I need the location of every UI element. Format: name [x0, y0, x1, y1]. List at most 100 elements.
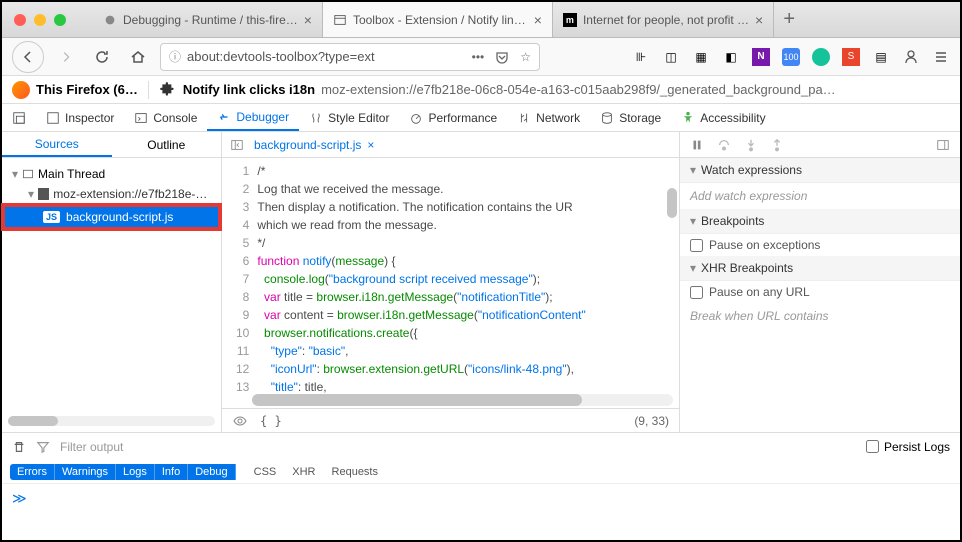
extension-name: Notify link clicks i18n: [183, 82, 315, 97]
browser-tab-mozilla[interactable]: m Internet for people, not profit … ×: [553, 2, 774, 37]
tab-storage[interactable]: Storage: [590, 104, 671, 131]
line-gutter: 1234567891011121314151617: [222, 158, 257, 394]
watch-expressions-header[interactable]: Watch expressions: [680, 158, 960, 183]
firefox-runtime[interactable]: This Firefox (6…: [2, 81, 148, 99]
account-icon[interactable]: [902, 48, 920, 66]
pause-on-url-checkbox[interactable]: Pause on any URL: [680, 281, 960, 303]
ext-badge-icon[interactable]: 100: [782, 48, 800, 66]
step-in-button[interactable]: [744, 138, 758, 152]
ext-doc-icon[interactable]: ▤: [872, 48, 890, 66]
tab-title: Internet for people, not profit …: [583, 13, 749, 27]
code-content: /* Log that we received the message. The…: [257, 158, 585, 394]
extension-source[interactable]: moz-extension://e7fb218e-06c8: [2, 184, 221, 204]
close-window-button[interactable]: [14, 14, 26, 26]
back-button[interactable]: [12, 41, 44, 73]
scrollbar-vertical[interactable]: [667, 188, 677, 218]
step-out-button[interactable]: [770, 138, 784, 152]
console-input[interactable]: ≫: [2, 484, 960, 513]
ext-red-icon[interactable]: S: [842, 48, 860, 66]
tab-accessibility[interactable]: Accessibility: [671, 104, 775, 131]
toggle-right-pane-icon[interactable]: [936, 138, 950, 152]
debugger-controls: [680, 132, 960, 158]
close-tab-icon[interactable]: ×: [304, 12, 312, 28]
thread-item[interactable]: Main Thread: [2, 164, 221, 184]
js-badge: JS: [43, 211, 60, 223]
xhr-url-input[interactable]: Break when URL contains: [680, 303, 960, 329]
persist-logs-checkbox[interactable]: Persist Logs: [866, 440, 950, 454]
ext2-icon[interactable]: ◧: [722, 48, 740, 66]
tab-network[interactable]: Network: [507, 104, 590, 131]
window-titlebar: Debugging - Runtime / this-fire… × Toolb…: [2, 2, 960, 38]
add-watch-input[interactable]: Add watch expression: [680, 183, 960, 209]
minimize-window-button[interactable]: [34, 14, 46, 26]
pause-button[interactable]: [690, 138, 704, 152]
url-text: about:devtools-toolbox?type=ext: [187, 49, 472, 64]
runtime-label: This Firefox (6…: [36, 82, 138, 97]
tab-console[interactable]: Console: [124, 104, 207, 131]
filter-xhr[interactable]: XHR: [284, 464, 323, 480]
browser-tab-debugging[interactable]: Debugging - Runtime / this-fire… ×: [93, 2, 323, 37]
traffic-lights: [2, 14, 78, 26]
bug-icon: [103, 13, 117, 27]
star-icon[interactable]: ☆: [520, 50, 531, 64]
console-toolbar: Filter output Persist Logs: [2, 432, 960, 460]
trash-icon[interactable]: [12, 440, 26, 454]
extension-target: Notify link clicks i18n moz-extension://…: [148, 81, 960, 99]
debugger-panel: Sources Outline Main Thread moz-extensio…: [2, 132, 960, 432]
filter-errors[interactable]: Errors: [10, 464, 55, 480]
new-tab-button[interactable]: +: [774, 2, 804, 37]
filter-logs[interactable]: Logs: [116, 464, 155, 480]
m-icon: m: [563, 13, 577, 27]
tab-debugger[interactable]: Debugger: [207, 104, 299, 131]
tab-title: Debugging - Runtime / this-fire…: [123, 13, 298, 27]
filter-debug[interactable]: Debug: [188, 464, 235, 480]
eye-icon[interactable]: [232, 413, 248, 429]
onenote-icon[interactable]: N: [752, 48, 770, 66]
url-input[interactable]: ⓘ about:devtools-toolbox?type=ext ••• ☆: [160, 43, 540, 71]
info-icon[interactable]: ⓘ: [169, 48, 181, 65]
breakpoints-header[interactable]: Breakpoints: [680, 209, 960, 234]
firefox-icon: [12, 81, 30, 99]
step-over-button[interactable]: [716, 138, 732, 152]
filter-css[interactable]: CSS: [246, 464, 285, 480]
library-icon[interactable]: ⊪: [632, 48, 650, 66]
outline-tab[interactable]: Outline: [112, 132, 222, 157]
reload-button[interactable]: [88, 43, 116, 71]
file-tab[interactable]: background-script.js×: [254, 138, 374, 152]
toggle-panes-icon[interactable]: [230, 138, 244, 152]
tab-performance[interactable]: Performance: [399, 104, 507, 131]
filter-warnings[interactable]: Warnings: [55, 464, 116, 480]
pause-on-exceptions-checkbox[interactable]: Pause on exceptions: [680, 234, 960, 256]
filter-output-input[interactable]: Filter output: [60, 440, 760, 454]
maximize-window-button[interactable]: [54, 14, 66, 26]
forward-button[interactable]: [52, 43, 80, 71]
home-button[interactable]: [124, 43, 152, 71]
tab-style-editor[interactable]: Style Editor: [299, 104, 399, 131]
close-tab-icon[interactable]: ×: [755, 12, 763, 28]
scrollbar-horizontal[interactable]: [252, 394, 673, 406]
puzzle-icon: [159, 81, 177, 99]
tab-inspector[interactable]: Inspector: [36, 104, 124, 131]
sidebar-icon[interactable]: ◫: [662, 48, 680, 66]
source-file-selected[interactable]: JSbackground-script.js: [2, 204, 221, 230]
extension-path: moz-extension://e7fb218e-06c8-054e-a163-…: [321, 82, 836, 97]
code-editor[interactable]: 1234567891011121314151617 /* Log that we…: [222, 158, 679, 394]
editor-panel: background-script.js× 123456789101112131…: [222, 132, 680, 432]
filter-info[interactable]: Info: [155, 464, 188, 480]
filter-requests[interactable]: Requests: [324, 464, 386, 480]
funnel-icon[interactable]: [36, 440, 50, 454]
close-file-icon[interactable]: ×: [367, 138, 374, 152]
more-icon[interactable]: •••: [472, 50, 485, 64]
menu-icon[interactable]: [932, 48, 950, 66]
pocket-icon[interactable]: [494, 49, 510, 65]
close-tab-icon[interactable]: ×: [534, 12, 542, 28]
ext1-icon[interactable]: ▦: [692, 48, 710, 66]
grammarly-icon[interactable]: [812, 48, 830, 66]
browser-tab-toolbox[interactable]: Toolbox - Extension / Notify link… ×: [323, 2, 553, 37]
extension-bar: This Firefox (6… Notify link clicks i18n…: [2, 76, 960, 104]
scrollbar-horizontal[interactable]: [8, 416, 215, 426]
sources-tab[interactable]: Sources: [2, 132, 112, 157]
editor-statusbar: { } (9, 33): [222, 408, 679, 432]
xhr-breakpoints-header[interactable]: XHR Breakpoints: [680, 256, 960, 281]
iframe-picker[interactable]: [2, 104, 36, 131]
